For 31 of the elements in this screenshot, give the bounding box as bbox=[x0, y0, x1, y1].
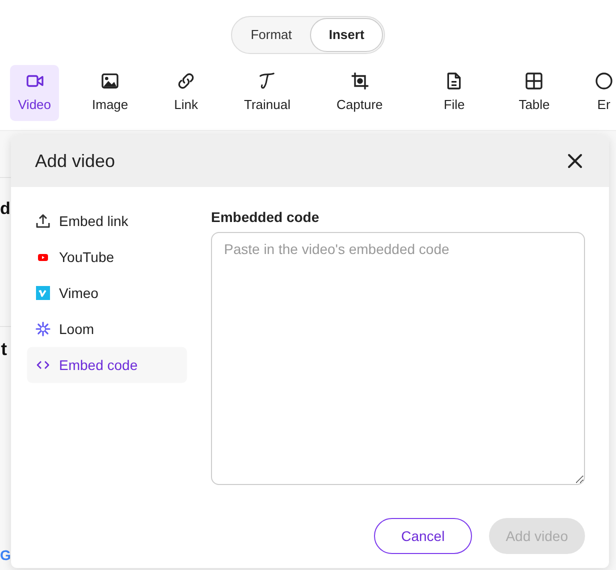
source-item[interactable]: Embed code bbox=[27, 347, 187, 383]
upload-icon bbox=[35, 213, 51, 229]
toolbar-button[interactable]: Video bbox=[10, 65, 60, 121]
table-icon bbox=[524, 71, 544, 92]
embed-code-field[interactable]: Paste in the video's embedded code bbox=[211, 232, 585, 485]
starburst-icon bbox=[35, 321, 51, 337]
heading-text: G bbox=[0, 548, 11, 562]
source-item[interactable]: YouTube bbox=[27, 239, 187, 275]
capture-icon bbox=[350, 71, 370, 92]
close-icon bbox=[567, 153, 583, 169]
source-item[interactable]: Embed link bbox=[27, 203, 187, 239]
toolbar-button[interactable]: Table bbox=[510, 65, 558, 121]
vimeo-icon bbox=[35, 285, 51, 301]
mode-tab[interactable]: Insert bbox=[310, 18, 384, 52]
source-item[interactable]: Loom bbox=[27, 311, 187, 347]
toolbar-button[interactable]: Er bbox=[586, 65, 616, 121]
toolbar-button[interactable]: Image bbox=[84, 65, 136, 121]
close-button[interactable] bbox=[565, 151, 585, 171]
heading-text: d bbox=[0, 200, 10, 217]
mode-tab[interactable]: Format bbox=[232, 18, 310, 52]
toolbar-button[interactable]: File bbox=[436, 65, 473, 121]
cancel-button[interactable]: Cancel bbox=[374, 518, 472, 554]
dialog-title: Add video bbox=[35, 150, 116, 172]
image-icon bbox=[100, 71, 120, 92]
toolbar-button[interactable]: Trainual bbox=[236, 65, 298, 121]
field-label: Embedded code bbox=[211, 208, 320, 227]
toolbar-button[interactable]: Capture bbox=[328, 65, 391, 121]
source-item[interactable]: Vimeo bbox=[27, 275, 187, 311]
toolbar-button[interactable]: Link bbox=[166, 65, 206, 121]
heading-text: t bbox=[1, 340, 7, 358]
link-icon bbox=[176, 71, 196, 92]
